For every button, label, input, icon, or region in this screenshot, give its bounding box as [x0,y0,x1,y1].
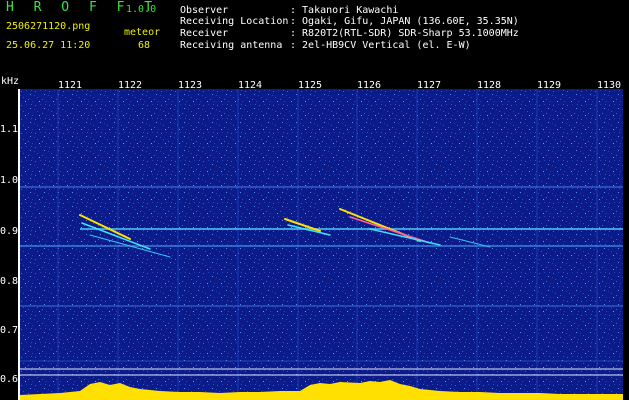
y-tick-1.0: 1.0 [0,175,19,186]
receiver-value: : R820T2(RTL-SDR) SDR-Sharp 53.1000MHz [290,28,519,39]
y-tick-0.8: 0.8 [0,276,19,287]
meteor-count: 68 [138,40,151,51]
antenna-label: Receiving antenna [180,40,283,51]
observer-label: Observer [180,5,229,16]
antenna-value: : 2el-HB9CV Vertical (el. E-W) [290,40,471,51]
meteor-label: meteor [124,27,161,38]
header-panel: H R O F F T 1.0.0 2506271120.png 25.06.2… [0,0,629,76]
location-label: Receiving Location [180,16,289,27]
observer-value: : Takanori Kawachi [290,5,399,16]
noise-background [20,89,623,400]
app-version: 1.0.0 [126,4,157,15]
y-tick-0.6: 0.6 [0,374,19,385]
y-tick-0.9: 0.9 [0,226,19,237]
filename: 2506271120.png [6,21,91,32]
y-tick-1.1: 1.1 [0,124,19,135]
location-value: : Ogaki, Gifu, JAPAN (136.60E, 35.35N) [290,16,519,27]
y-tick-0.7: 0.7 [0,325,19,336]
spectrogram-plot [20,89,623,400]
datetime: 25.06.27 11:20 [6,40,91,51]
spectrogram [20,89,623,400]
receiver-label: Receiver [180,28,229,39]
axis-unit-label: kHz [1,76,20,87]
